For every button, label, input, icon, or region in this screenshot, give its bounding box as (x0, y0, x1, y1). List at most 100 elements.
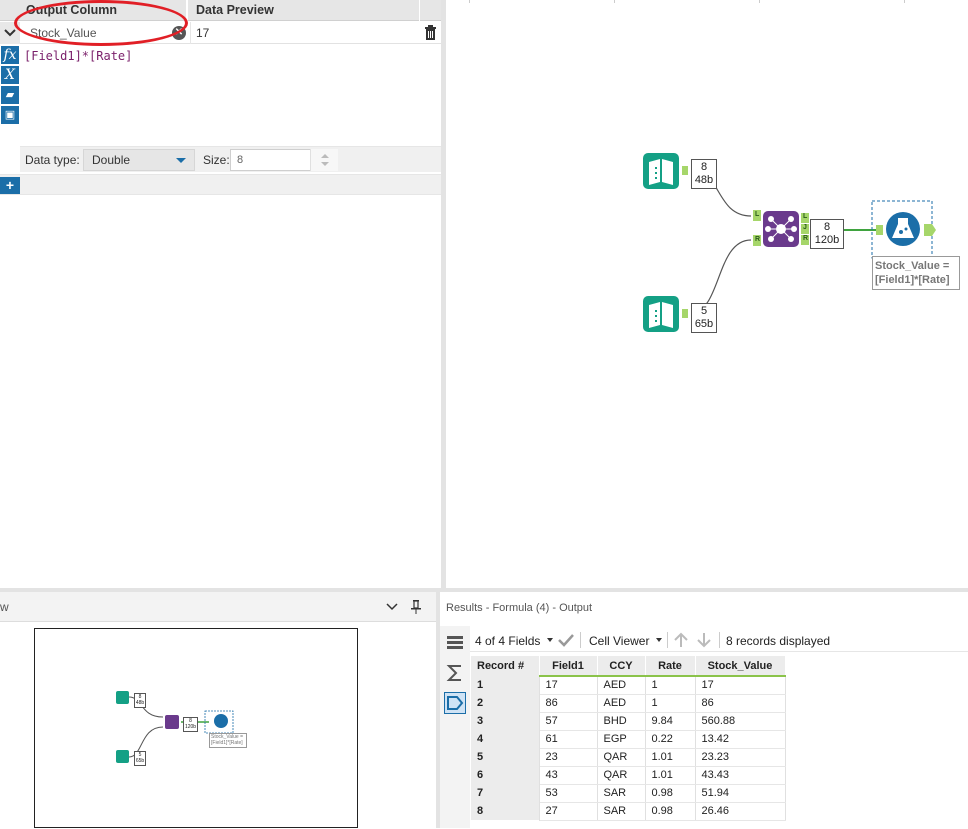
join-out-join-anchor[interactable]: J (803, 224, 807, 231)
table-cell[interactable]: 23 (539, 748, 598, 767)
join-size: 120b (814, 234, 840, 246)
table-cell[interactable]: AED (597, 694, 646, 713)
table-row[interactable]: 6 43 QAR 1.01 43.43 (471, 766, 786, 785)
data-view-icon[interactable] (444, 632, 466, 654)
add-formula-button[interactable]: + (0, 177, 20, 194)
table-cell[interactable]: 1 (471, 676, 540, 694)
formula-annotation: Stock_Value = [Field1]*[Rate] (872, 256, 960, 290)
records-count: 8 records displayed (726, 634, 831, 648)
table-cell[interactable]: 43.43 (695, 766, 786, 785)
variable-icon[interactable]: X (1, 66, 19, 84)
table-cell[interactable]: 57 (539, 712, 598, 731)
table-cell[interactable]: 0.22 (645, 730, 696, 749)
tag-icon[interactable] (444, 692, 466, 714)
table-cell[interactable]: 2 (471, 694, 540, 712)
table-cell[interactable]: SAR (597, 802, 646, 821)
overview-viewport[interactable]: 8 48b 5 65b 8 120b Stock_Value = [Field1… (34, 628, 358, 828)
table-cell[interactable]: 23.23 (695, 748, 786, 767)
chevron-down-icon[interactable] (386, 601, 398, 615)
formula-config-panel: Output Column Data Preview Stock_Value ✕… (0, 0, 441, 590)
metadata-sigma-icon[interactable] (444, 662, 466, 684)
join-out-left-anchor[interactable]: L (803, 213, 807, 220)
table-row[interactable]: 3 57 BHD 9.84 560.88 (471, 712, 786, 731)
join-tool[interactable] (753, 210, 809, 247)
table-cell[interactable]: AED (597, 676, 646, 695)
table-cell[interactable]: 9.84 (645, 712, 696, 731)
formula-tool[interactable] (871, 200, 936, 259)
cell-viewer-selector[interactable]: Cell Viewer (589, 634, 649, 648)
table-cell[interactable]: 86 (539, 694, 598, 713)
results-header-row: Record # Field1 CCY Rate Stock_Value (471, 656, 786, 677)
overview-title: w (0, 600, 9, 614)
table-cell[interactable]: 0.98 (645, 802, 696, 821)
table-cell[interactable]: EGP (597, 730, 646, 749)
input-data-tool-2[interactable] (643, 296, 688, 332)
column-header-stock-value[interactable]: Stock_Value (695, 656, 786, 677)
data-preview-header[interactable]: Data Preview (190, 0, 420, 21)
connector-input2-join (691, 239, 752, 313)
results-toolbar: 4 of 4 Fields Cell Viewer 8 records disp… (470, 628, 968, 652)
table-row[interactable]: 8 27 SAR 0.98 26.46 (471, 802, 786, 821)
table-cell[interactable]: 53 (539, 784, 598, 803)
trash-icon[interactable] (420, 22, 441, 44)
table-cell[interactable]: 8 (471, 802, 540, 820)
join-right-anchor[interactable]: R (755, 236, 760, 243)
column-header-record[interactable]: Record # (471, 656, 540, 676)
table-cell[interactable]: QAR (597, 748, 646, 767)
arrow-up-icon[interactable] (673, 631, 689, 652)
table-cell[interactable]: 1.01 (645, 748, 696, 767)
column-header-ccy[interactable]: CCY (597, 656, 646, 677)
table-row[interactable]: 7 53 SAR 0.98 51.94 (471, 784, 786, 803)
join-left-anchor[interactable]: L (755, 211, 759, 218)
join-out-right-anchor[interactable]: R (803, 235, 808, 242)
table-cell[interactable]: 560.88 (695, 712, 786, 731)
table-cell[interactable]: 1 (645, 676, 696, 695)
table-cell[interactable]: 4 (471, 730, 540, 748)
save-icon[interactable]: ▣ (1, 106, 19, 124)
table-cell[interactable]: QAR (597, 766, 646, 785)
fx-icon[interactable]: fx (1, 46, 19, 64)
input1-count: 8 (700, 161, 708, 173)
expression-editor[interactable]: [Field1]*[Rate] (22, 46, 441, 146)
table-cell[interactable]: 1 (645, 694, 696, 713)
table-cell[interactable]: 17 (695, 676, 786, 695)
table-cell[interactable]: 5 (471, 748, 540, 766)
arrow-down-icon[interactable] (696, 631, 712, 652)
datatype-dropdown[interactable]: Double (83, 149, 195, 171)
table-cell[interactable]: 17 (539, 676, 598, 695)
fields-selector[interactable]: 4 of 4 Fields (475, 634, 540, 648)
table-row[interactable]: 4 61 EGP 0.22 13.42 (471, 730, 786, 749)
table-cell[interactable]: 26.46 (695, 802, 786, 821)
overview-header: w (0, 592, 436, 622)
table-cell[interactable]: 6 (471, 766, 540, 784)
fields-caret-icon[interactable] (547, 638, 553, 642)
viewer-caret-icon[interactable] (656, 638, 662, 642)
table-cell[interactable]: 13.42 (695, 730, 786, 749)
table-cell[interactable]: 0.98 (645, 784, 696, 803)
table-cell[interactable]: 3 (471, 712, 540, 730)
apply-check-icon[interactable] (557, 632, 575, 651)
datatype-label: Data type: (25, 153, 80, 167)
table-cell[interactable]: 51.94 (695, 784, 786, 803)
results-body: 1 17 AED 1 17 2 86 AED 1 86 3 57 BHD 9.84 560.88 4 61 EGP… (471, 676, 786, 821)
table-row[interactable]: 5 23 QAR 1.01 23.23 (471, 748, 786, 767)
pin-icon[interactable] (409, 599, 423, 618)
table-row[interactable]: 1 17 AED 1 17 (471, 676, 786, 695)
size-spinner[interactable] (310, 149, 338, 171)
table-cell[interactable]: 7 (471, 784, 540, 802)
datatype-value: Double (92, 153, 131, 167)
table-cell[interactable]: 27 (539, 802, 598, 821)
table-cell[interactable]: 1.01 (645, 766, 696, 785)
column-header-field1[interactable]: Field1 (539, 656, 598, 677)
table-cell[interactable]: 61 (539, 730, 598, 749)
table-cell[interactable]: SAR (597, 784, 646, 803)
input-data-tool-1[interactable] (643, 153, 688, 189)
workflow-canvas[interactable]: 8 48b 5 65b 8 120b L R L J R Stock_Value… (446, 0, 968, 588)
table-cell[interactable]: BHD (597, 712, 646, 731)
table-row[interactable]: 2 86 AED 1 86 (471, 694, 786, 713)
table-cell[interactable]: 86 (695, 694, 786, 713)
column-header-rate[interactable]: Rate (645, 656, 696, 677)
mini-input1-size: 48b (135, 700, 145, 706)
table-cell[interactable]: 43 (539, 766, 598, 785)
open-icon[interactable]: ▰ (1, 86, 19, 104)
